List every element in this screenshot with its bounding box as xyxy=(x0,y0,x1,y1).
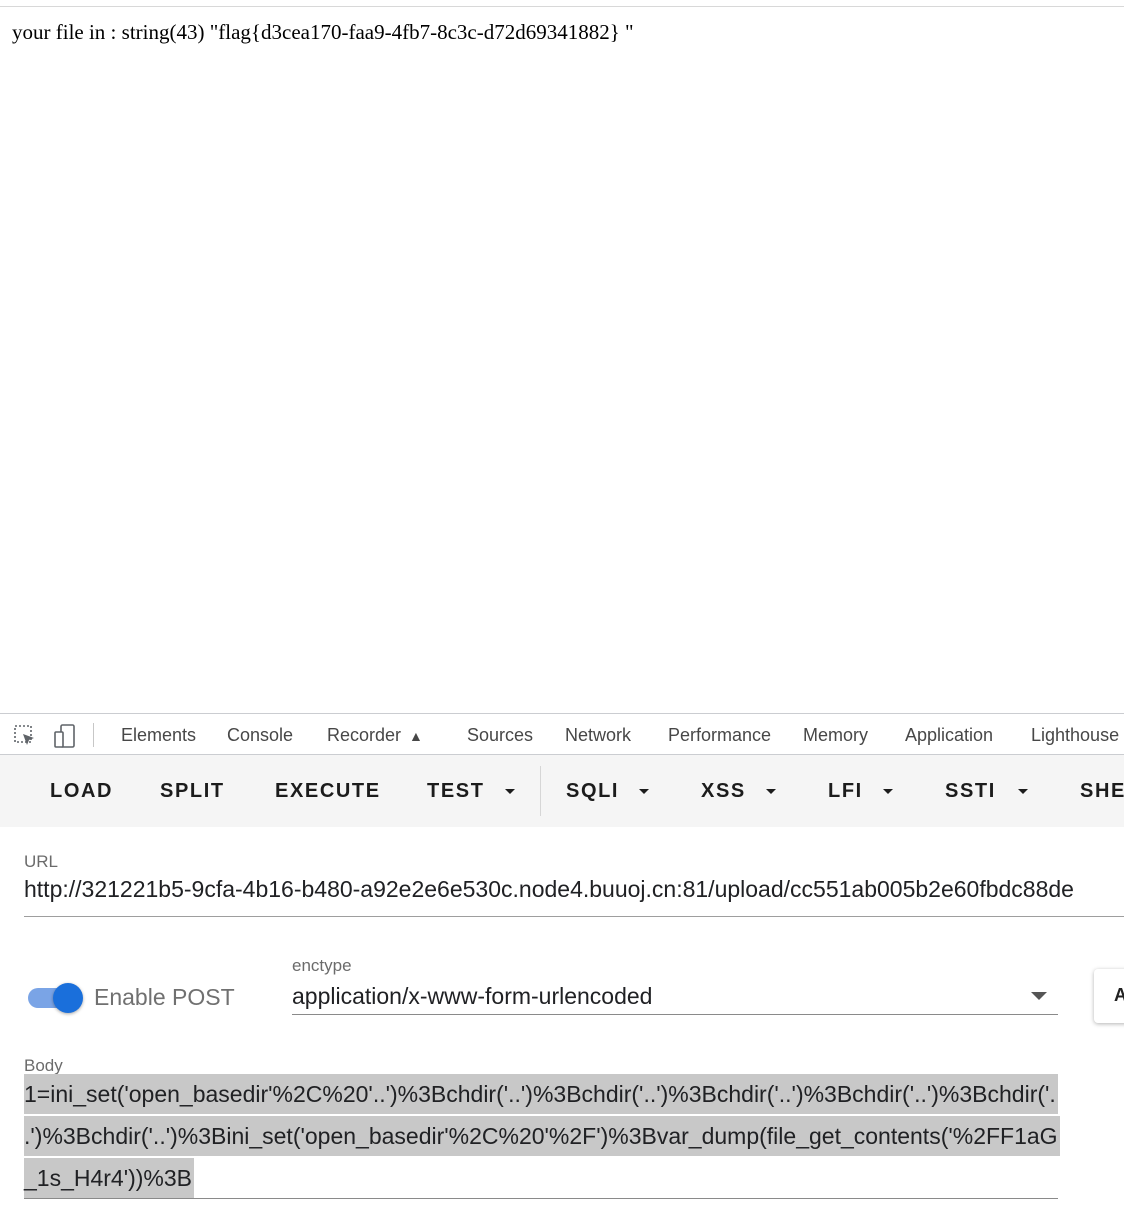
lfi-button[interactable]: LFI xyxy=(828,780,863,803)
shell-button[interactable]: SHE xyxy=(1080,780,1124,803)
lfi-chevron-down-icon[interactable] xyxy=(883,789,893,794)
ssti-button[interactable]: SSTI xyxy=(945,780,996,803)
tab-recorder-label: Recorder xyxy=(327,725,402,745)
page-output-text: your file in : string(43) "flag{d3cea170… xyxy=(12,20,634,44)
side-action-label: A xyxy=(1114,985,1124,1005)
body-text-line-3[interactable]: _1s_H4r4'))%3B xyxy=(24,1158,195,1198)
enctype-underline xyxy=(292,1014,1058,1015)
test-button[interactable]: TEST xyxy=(427,780,485,803)
sqli-button[interactable]: SQLI xyxy=(566,780,619,803)
inspect-element-icon[interactable] xyxy=(13,724,37,748)
device-toolbar-icon[interactable] xyxy=(53,724,77,748)
tab-application[interactable]: Application xyxy=(905,725,993,746)
body-underline xyxy=(24,1198,1058,1199)
tab-sources[interactable]: Sources xyxy=(467,725,533,746)
body-text-line-2[interactable]: .')%3Bchdir('..')%3Bini_set('open_basedi… xyxy=(24,1116,1060,1156)
tab-recorder[interactable]: Recorder ▲ xyxy=(327,725,423,746)
tab-memory[interactable]: Memory xyxy=(803,725,868,746)
xss-button[interactable]: XSS xyxy=(701,780,746,803)
ssti-chevron-down-icon[interactable] xyxy=(1018,789,1028,794)
tab-lighthouse[interactable]: Lighthouse xyxy=(1031,725,1119,746)
tab-performance[interactable]: Performance xyxy=(668,725,771,746)
toggle-knob xyxy=(53,983,83,1013)
enable-post-label: Enable POST xyxy=(94,984,235,1010)
xss-chevron-down-icon[interactable] xyxy=(766,789,776,794)
devtools-separator xyxy=(93,723,94,747)
url-input[interactable]: http://321221b5-9cfa-4b16-b480-a92e2e6e5… xyxy=(24,876,1124,903)
load-button[interactable]: LOAD xyxy=(50,780,113,803)
side-action-button[interactable]: A xyxy=(1094,969,1124,1023)
body-label: Body xyxy=(24,1056,63,1075)
url-label: URL xyxy=(24,852,59,871)
enctype-chevron-down-icon[interactable] xyxy=(1031,992,1047,1000)
enctype-label: enctype xyxy=(292,956,352,975)
execute-button[interactable]: EXECUTE xyxy=(275,780,381,803)
top-divider xyxy=(0,6,1124,7)
enctype-select[interactable]: application/x-www-form-urlencoded xyxy=(292,983,652,1010)
url-underline xyxy=(24,916,1124,917)
enable-post-toggle[interactable] xyxy=(26,983,86,1013)
hackbar-toolbar: LOAD SPLIT EXECUTE TEST SQLI XSS LFI SST… xyxy=(0,755,1124,827)
toolbar-separator xyxy=(540,766,541,816)
tab-console[interactable]: Console xyxy=(227,725,293,746)
split-button[interactable]: SPLIT xyxy=(160,780,225,803)
devtools-tab-bar: Elements Console Recorder ▲ Sources Netwo… xyxy=(0,713,1124,755)
tab-network[interactable]: Network xyxy=(565,725,631,746)
test-chevron-down-icon[interactable] xyxy=(505,789,515,794)
flask-icon: ▲ xyxy=(409,728,423,744)
tab-elements[interactable]: Elements xyxy=(121,725,196,746)
sqli-chevron-down-icon[interactable] xyxy=(639,789,649,794)
body-text-line-1[interactable]: 1=ini_set('open_basedir'%2C%20'..')%3Bch… xyxy=(24,1074,1058,1114)
